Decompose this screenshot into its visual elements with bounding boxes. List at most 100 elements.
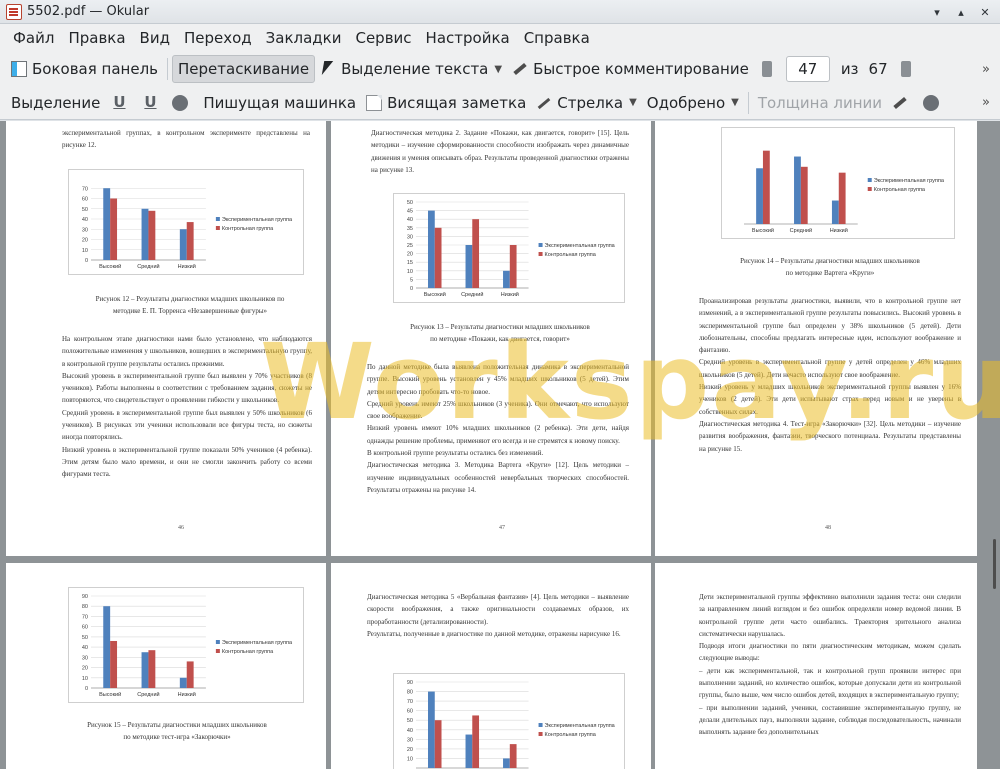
- document-view[interactable]: экспериментальной группах, в контрольном…: [0, 121, 1000, 769]
- chevron-down-icon[interactable]: ▼: [629, 97, 637, 108]
- legend-label: Контрольная группа: [545, 252, 597, 258]
- bar: [762, 150, 770, 224]
- legend-label: Экспериментальная группа: [874, 178, 945, 184]
- bar: [179, 677, 187, 688]
- legend-swatch: [215, 217, 220, 221]
- bar: [186, 222, 194, 260]
- menu-help[interactable]: Справка: [517, 26, 597, 50]
- arrow-label: Стрелка: [557, 93, 624, 112]
- chart-figure-16: 102030405060708090ВысокийСреднийНизкийЭк…: [393, 673, 625, 769]
- bar-chart: 0 5 10 15 20 25 30 35 40 45 50 Высокий Средний Низкий…: [407, 200, 616, 298]
- x-tick-label: Низкий: [830, 227, 848, 234]
- menu-settings[interactable]: Настройка: [419, 26, 517, 50]
- legend-swatch: [538, 252, 543, 256]
- y-tick-label: 70: [82, 186, 88, 192]
- page-text: Средний уровень в экспериментальной груп…: [699, 358, 961, 379]
- bar-chart: 102030405060708090ВысокийСреднийНизкийЭк…: [407, 680, 616, 769]
- page-text: В контрольной группе результаты остались…: [367, 449, 544, 458]
- underline-icon: [110, 93, 126, 111]
- close-button[interactable]: ✕: [976, 3, 994, 21]
- x-tick-label: Низкий: [178, 263, 196, 270]
- bar: [179, 229, 187, 260]
- sidebar-button[interactable]: Боковая панель: [6, 55, 163, 83]
- y-tick-label: 50: [82, 207, 88, 213]
- vertical-scrollbar[interactable]: [992, 121, 998, 769]
- stamp-icon: [172, 94, 189, 111]
- arrow-tool-button[interactable]: Стрелка ▼: [531, 89, 642, 117]
- arrow-icon: [536, 95, 552, 111]
- y-tick-label: 30: [407, 234, 413, 240]
- previous-page-icon[interactable]: [761, 61, 772, 77]
- bar: [110, 640, 118, 688]
- stamp-button[interactable]: [167, 89, 198, 117]
- line-width-button[interactable]: Толщина линии: [753, 89, 887, 117]
- bar: [141, 208, 149, 260]
- highlight-squiggle-button[interactable]: [136, 89, 167, 117]
- figure-caption: по методике тест-игра «Закорючки»: [123, 733, 231, 742]
- menu-bookmarks[interactable]: Закладки: [259, 26, 349, 50]
- page-text: Дети экспериментальной группы эффективно…: [699, 593, 961, 638]
- bar: [756, 168, 763, 224]
- color-button[interactable]: [887, 89, 918, 117]
- browse-label: Перетаскивание: [178, 60, 310, 78]
- page-number: 48: [825, 525, 831, 531]
- page-text: Низкий уровень в экспериментальной групп…: [62, 445, 312, 479]
- bar: [800, 166, 808, 224]
- y-tick-label: 5: [410, 277, 413, 283]
- chevron-down-icon[interactable]: ▼: [731, 97, 739, 108]
- menu-edit[interactable]: Правка: [61, 26, 132, 50]
- menu-tools[interactable]: Сервис: [348, 26, 418, 50]
- page-text: Низкий уровень имеют 10% младших школьни…: [367, 424, 629, 445]
- y-tick-label: 10: [407, 756, 413, 762]
- bar: [434, 227, 442, 288]
- pinned-note-button[interactable]: Висящая заметка: [361, 89, 531, 117]
- minimize-button[interactable]: ▾: [928, 3, 946, 21]
- legend-swatch: [215, 226, 220, 230]
- menu-view[interactable]: Вид: [133, 26, 177, 50]
- x-tick-label: Высокий: [424, 291, 446, 298]
- maximize-button[interactable]: ▴: [952, 3, 970, 21]
- highlight-underline-button[interactable]: [105, 89, 136, 117]
- page-number-input[interactable]: 47: [785, 56, 830, 82]
- line-width-label: Толщина линии: [757, 93, 883, 112]
- page-text: Диагностическая методика 5 «Вербальная ф…: [367, 593, 629, 626]
- page-text: Низкий уровень у младших школьников эксп…: [699, 383, 961, 416]
- fill-button[interactable]: [918, 89, 949, 117]
- annotation-overflow-button[interactable]: »: [982, 95, 990, 110]
- y-tick-label: 35: [407, 226, 413, 232]
- typewriter-button[interactable]: Пишущая машинка: [198, 89, 361, 117]
- scrollbar-thumb[interactable]: [993, 539, 996, 589]
- toolbar-overflow-button[interactable]: »: [982, 62, 990, 77]
- chart-figure-12: 0 10 20 30 40 50 60 70 Высокий Средний Низкий Экспе…: [68, 169, 304, 275]
- y-tick-label: 10: [82, 248, 88, 254]
- y-tick-label: 0: [85, 686, 88, 692]
- chevron-down-icon[interactable]: ▼: [494, 64, 502, 75]
- y-tick-label: 60: [82, 625, 88, 631]
- legend-label: Контрольная группа: [222, 226, 274, 232]
- next-page-icon[interactable]: [900, 61, 911, 77]
- text-select-button[interactable]: Выделение текста ▼: [315, 55, 507, 83]
- menu-file[interactable]: Файл: [6, 26, 61, 50]
- approved-stamp-button[interactable]: Одобрено ▼: [642, 89, 744, 117]
- legend-swatch: [538, 723, 543, 727]
- bar: [148, 650, 156, 688]
- menu-go[interactable]: Переход: [177, 26, 259, 50]
- bar: [110, 198, 118, 260]
- y-tick-label: 0: [410, 286, 413, 292]
- quick-annotation-button[interactable]: Быстрое комментирование: [507, 55, 754, 83]
- browse-tool-button[interactable]: Перетаскивание: [172, 55, 316, 83]
- y-tick-label: 60: [407, 709, 413, 715]
- legend-swatch: [867, 187, 872, 191]
- selection-tool-button[interactable]: Выделение: [6, 89, 105, 117]
- selection-label: Выделение: [11, 93, 101, 112]
- bar: [465, 734, 473, 768]
- bar: [509, 744, 517, 768]
- bar: [428, 691, 435, 768]
- legend-label: Контрольная группа: [874, 187, 926, 193]
- bar-chart: 0 10 20 30 40 50 60 70 80 90 Высокий Средний Низкий Э…: [82, 594, 293, 698]
- legend-swatch: [867, 178, 872, 182]
- bar: [186, 661, 194, 688]
- legend-label: Экспериментальная группа: [222, 217, 293, 223]
- y-tick-label: 10: [407, 269, 413, 275]
- y-tick-label: 80: [82, 604, 88, 610]
